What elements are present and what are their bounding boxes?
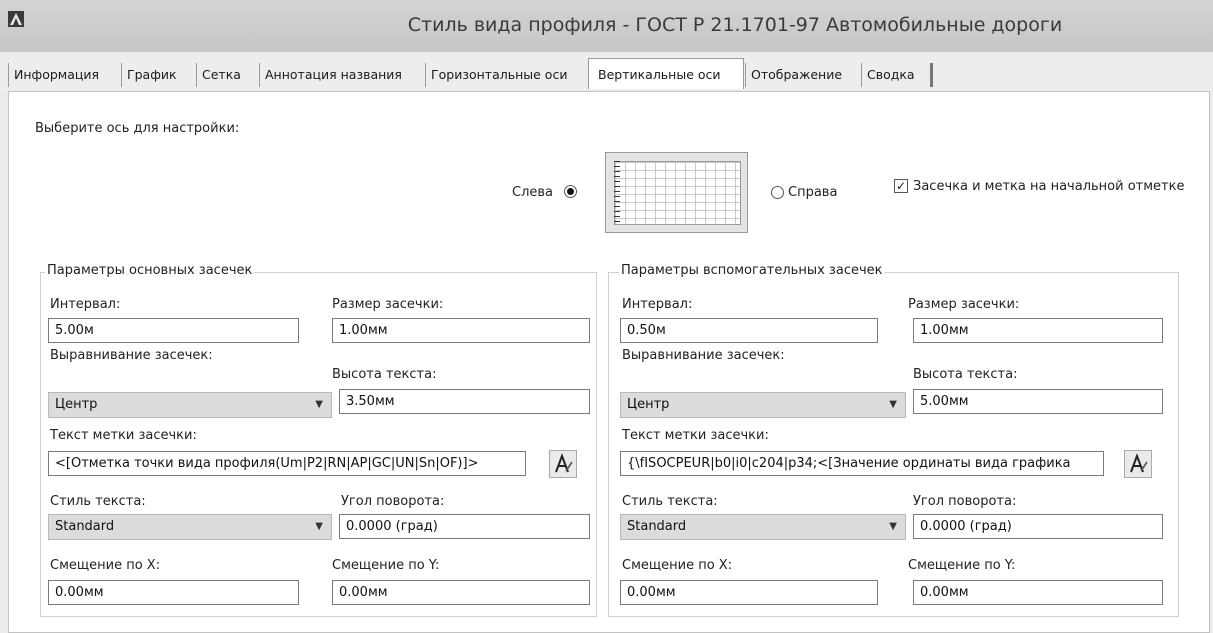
chevron-down-icon: ▼	[889, 399, 897, 410]
major-offset-x-label: Смещение по X:	[50, 558, 161, 573]
minor-text-style-value: Standard	[627, 519, 687, 534]
title-bar: Стиль вида профиля - ГОСТ Р 21.1701-97 А…	[0, 0, 1213, 52]
minor-align-value: Центр	[627, 397, 670, 412]
text-editor-icon	[1130, 453, 1148, 473]
minor-tick-size-input[interactable]: 1.00мм	[913, 318, 1163, 343]
autocad-icon[interactable]	[8, 11, 24, 27]
tab-grid[interactable]: Сетка	[196, 63, 254, 87]
minor-text-style-label: Стиль текста:	[622, 494, 718, 509]
right-axis-label: Справа	[788, 185, 838, 200]
minor-rotation-input[interactable]: 0.0000 (град)	[913, 514, 1163, 539]
major-tick-text-label: Текст метки засечки:	[50, 428, 197, 443]
major-rotation-input[interactable]: 0.0000 (град)	[339, 514, 590, 539]
minor-align-select[interactable]: Центр ▼	[620, 392, 906, 418]
minor-offset-x-input[interactable]: 0.00мм	[620, 580, 878, 605]
minor-offset-y-input[interactable]: 0.00мм	[913, 580, 1163, 605]
minor-offset-y-label: Смещение по Y:	[908, 558, 1016, 573]
major-text-editor-button[interactable]	[549, 450, 577, 478]
minor-tick-text-input[interactable]: {\fISOCPEUR|b0|i0|c204|p34;<[Значение ор…	[620, 451, 1104, 476]
tab-display[interactable]: Отображение	[745, 63, 857, 87]
window-title: Стиль вида профиля - ГОСТ Р 21.1701-97 А…	[407, 14, 1063, 36]
major-text-style-select[interactable]: Standard ▼	[48, 514, 332, 540]
major-text-style-value: Standard	[55, 519, 115, 534]
tab-information[interactable]: Информация	[8, 63, 116, 87]
axis-preview	[605, 152, 748, 233]
chevron-down-icon: ▼	[315, 521, 323, 532]
major-text-height-input[interactable]: 3.50мм	[339, 389, 590, 414]
major-align-label: Выравнивание засечек:	[50, 348, 213, 363]
chevron-down-icon: ▼	[315, 399, 323, 410]
tab-horizontal-axes[interactable]: Горизонтальные оси	[425, 63, 586, 87]
major-ticks-group-title: Параметры основных засечек	[45, 263, 255, 278]
major-tick-size-input[interactable]: 1.00мм	[332, 318, 590, 343]
major-interval-input[interactable]: 5.00м	[48, 318, 299, 343]
left-axis-label: Слева	[512, 185, 554, 200]
minor-text-editor-button[interactable]	[1124, 450, 1152, 478]
major-offset-x-input[interactable]: 0.00мм	[48, 580, 299, 605]
major-tick-text-input[interactable]: <[Отметка точки вида профиля(Um|P2|RN|AP…	[48, 451, 526, 476]
major-interval-label: Интервал:	[50, 297, 121, 312]
tab-vertical-axes[interactable]: Вертикальные оси	[588, 58, 744, 89]
major-text-height-label: Высота текста:	[332, 367, 437, 382]
minor-text-height-input[interactable]: 5.00мм	[913, 389, 1163, 414]
right-axis-radio[interactable]	[771, 186, 784, 199]
axis-select-prompt: Выберите ось для настройки:	[35, 121, 240, 136]
tab-plot[interactable]: График	[121, 63, 191, 87]
minor-text-style-select[interactable]: Standard ▼	[620, 514, 906, 540]
minor-text-height-label: Высота текста:	[913, 367, 1018, 382]
minor-rotation-label: Угол поворота:	[913, 494, 1017, 509]
start-tick-checkbox-label: Засечка и метка на начальной отметке	[913, 179, 1185, 194]
minor-interval-label: Интервал:	[622, 297, 693, 312]
preview-axis-ticks	[614, 161, 620, 223]
major-rotation-label: Угол поворота:	[341, 494, 445, 509]
left-axis-radio[interactable]	[564, 185, 577, 198]
tab-title-annotation[interactable]: Аннотация названия	[259, 63, 420, 87]
major-text-style-label: Стиль текста:	[50, 494, 146, 509]
minor-ticks-group-title: Параметры вспомогательных засечек	[619, 263, 885, 278]
minor-align-label: Выравнивание засечек:	[622, 348, 785, 363]
preview-grid	[614, 161, 741, 225]
start-tick-checkbox[interactable]: ✓	[894, 179, 908, 193]
text-editor-icon	[555, 453, 573, 473]
major-offset-y-label: Смещение по Y:	[332, 558, 440, 573]
tab-summary[interactable]: Сводка	[861, 63, 933, 87]
tab-bar: Информация График Сетка Аннотация назван…	[0, 52, 1213, 92]
major-offset-y-input[interactable]: 0.00мм	[332, 580, 590, 605]
minor-tick-size-label: Размер засечки:	[908, 297, 1020, 312]
minor-tick-text-label: Текст метки засечки:	[622, 428, 769, 443]
major-align-select[interactable]: Центр ▼	[48, 392, 332, 418]
minor-offset-x-label: Смещение по X:	[622, 558, 733, 573]
chevron-down-icon: ▼	[889, 521, 897, 532]
major-tick-size-label: Размер засечки:	[332, 297, 444, 312]
major-align-value: Центр	[55, 397, 98, 412]
minor-interval-input[interactable]: 0.50м	[620, 318, 878, 343]
